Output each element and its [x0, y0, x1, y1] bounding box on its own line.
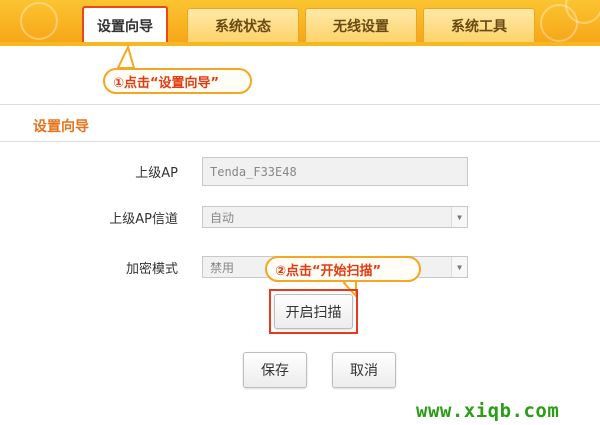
upstream-channel-label: 上级AP信道: [109, 212, 178, 227]
step1-annotation: ①点击“设置向导”: [103, 68, 252, 94]
divider: [0, 141, 600, 142]
upstream-channel-value: 自动: [210, 210, 235, 225]
divider: [0, 104, 600, 105]
step2-annotation: ②点击“开始扫描”: [265, 256, 421, 282]
upstream-ap-label: 上级AP: [135, 166, 178, 181]
encryption-mode-value: 禁用: [210, 260, 235, 275]
site-watermark: www.xiqb.com: [416, 400, 560, 422]
upstream-channel-select[interactable]: 自动 ▼: [202, 206, 468, 228]
cancel-button[interactable]: 取消: [332, 352, 396, 388]
chevron-down-icon[interactable]: ▼: [451, 207, 467, 227]
start-scan-button[interactable]: 开启扫描: [274, 294, 353, 329]
encryption-mode-label: 加密模式: [125, 262, 178, 277]
page-title: 设置向导: [33, 119, 89, 135]
chevron-down-icon[interactable]: ▼: [451, 257, 467, 277]
save-button[interactable]: 保存: [243, 352, 307, 388]
upstream-ap-input[interactable]: Tenda_F33E48: [202, 157, 468, 186]
